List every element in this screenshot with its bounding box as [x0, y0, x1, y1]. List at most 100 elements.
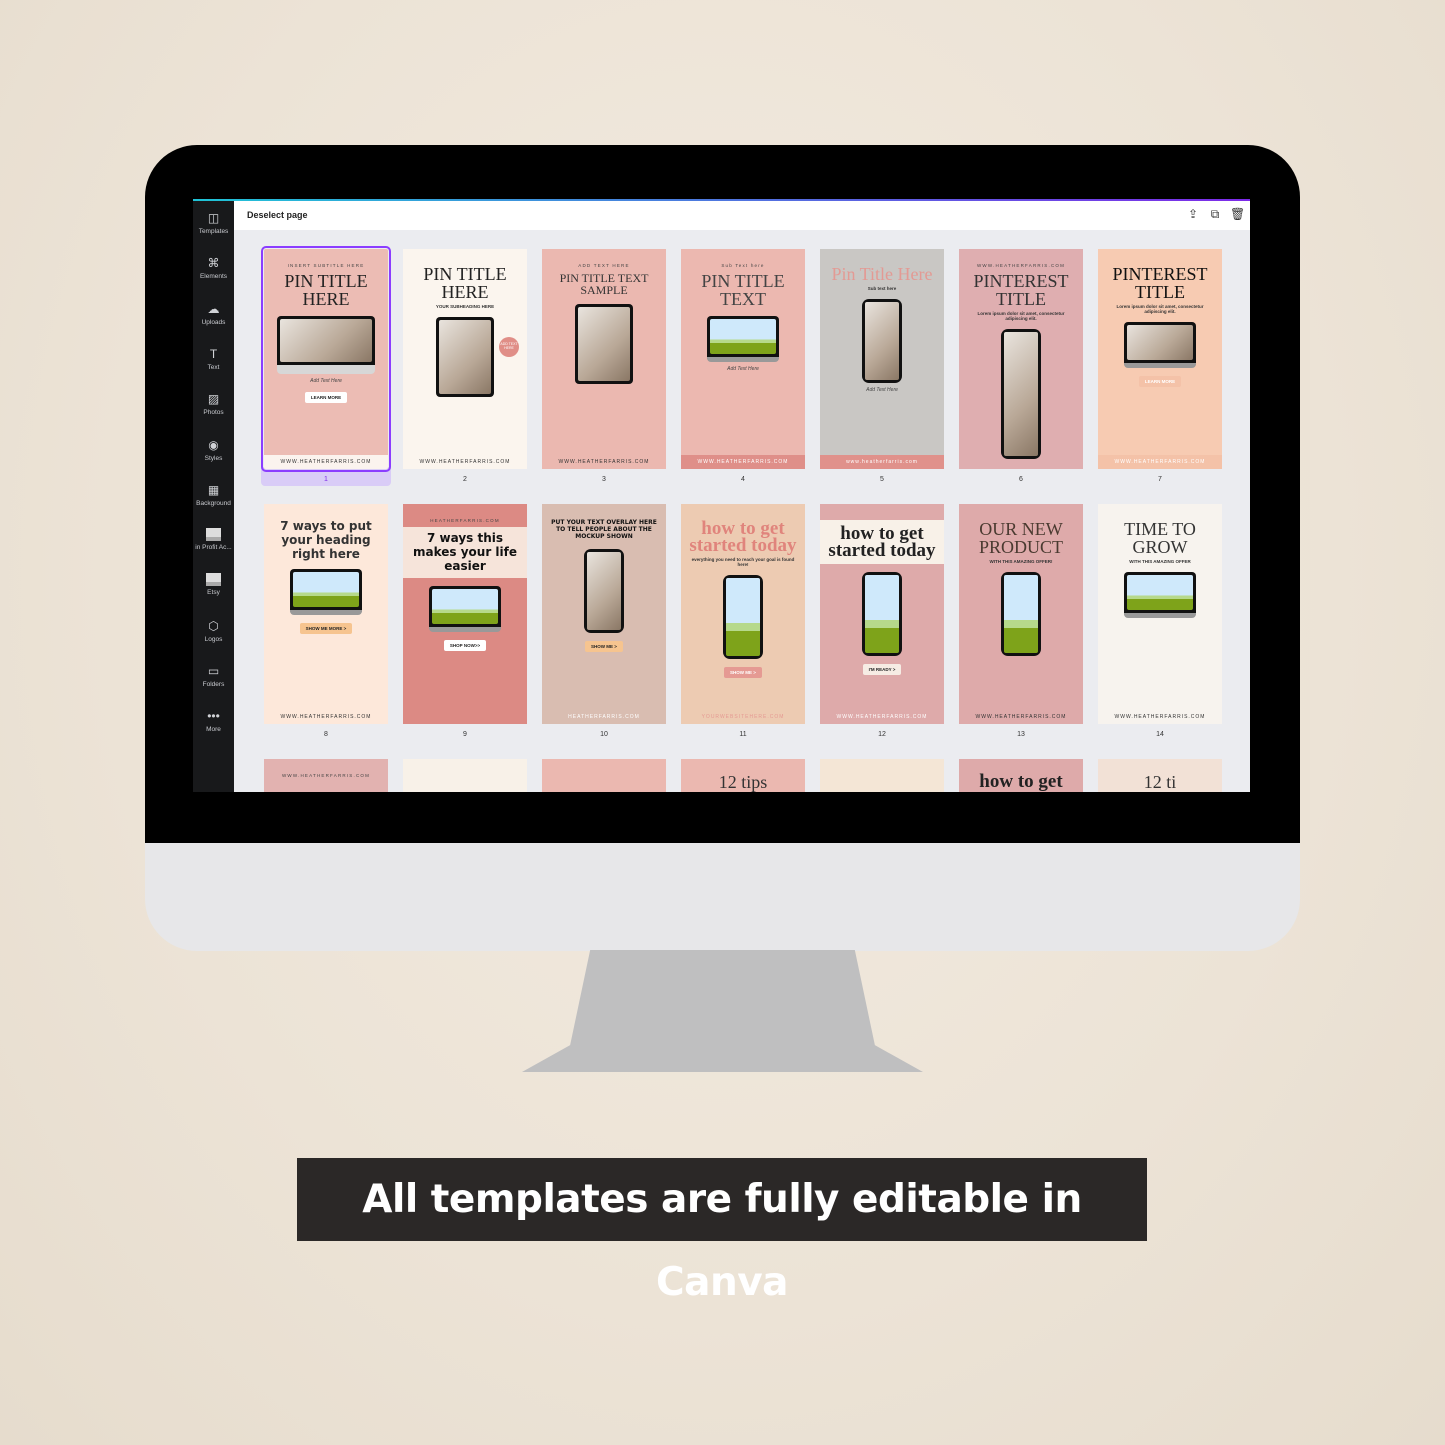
sidebar-item-label: Etsy [207, 589, 220, 597]
template-title: how to get started today [689, 518, 797, 557]
device-mockup-phone [584, 548, 624, 633]
template-page[interactable]: OUR NEW PRODUCT WITH THIS AMAZING OFFER! W… [959, 504, 1083, 724]
sidebar-item-label: Text [207, 363, 220, 371]
template-page[interactable]: 7 ways to put your heading right here SHO… [264, 504, 388, 724]
page-number: 1 [324, 476, 328, 483]
template-website-url: WWW.HEATHERFARRIS.COM [681, 455, 805, 469]
template-title: PIN TITLE HERE [423, 264, 507, 302]
sidebar-item-label: Background [196, 499, 231, 507]
mockup-screen [726, 578, 760, 657]
add-page-icon[interactable]: ⇪ [1186, 207, 1200, 221]
sidebar: ◫ Templates ⌘ Elements ☁ Uploads T Text ▨ Photos ◉… [193, 201, 234, 792]
template-website-url: WWW.HEATHERFARRIS.COM [1114, 714, 1206, 720]
sidebar-item-styles[interactable]: ◉ Styles [193, 438, 234, 462]
mockup-screen [1127, 575, 1193, 610]
template-page[interactable]: ADD TEXT HERE PIN TITLE TEXT SAMPLE WWW.HE… [542, 249, 666, 469]
canva-editor-screen: ◫ Templates ⌘ Elements ☁ Uploads T Text ▨ Photos ◉… [193, 199, 1250, 792]
template-page[interactable]: WWW.HEATHERFARRIS.COM PINTEREST TITLE Lore… [959, 249, 1083, 469]
template-title: how to get started today [820, 520, 944, 565]
mockup-screen [1127, 325, 1193, 360]
sidebar-item-label: Uploads [201, 318, 226, 326]
template-page[interactable]: TIME TO GROW WITH THIS AMAZING OFFER WWW.H… [1098, 504, 1222, 724]
sidebar-item-in-profit-ac[interactable]: in Profit Ac... [193, 528, 234, 551]
template-subheading: WITH THIS AMAZING OFFER! [989, 559, 1053, 564]
deselect-page-button[interactable]: Deselect page [247, 210, 308, 220]
template-cta-button: LEARN MORE [1138, 376, 1182, 387]
sidebar-item-label: Logos [204, 635, 223, 643]
sidebar-item-label: in Profit Ac... [195, 544, 232, 552]
sidebar-item-elements[interactable]: ⌘ Elements [193, 256, 234, 280]
template-cta-button: SHOW ME > [585, 640, 623, 652]
sidebar-item-label: Elements [199, 273, 228, 281]
template-page[interactable] [403, 759, 527, 792]
folder-thumbnail-icon [206, 528, 221, 542]
page-number: 13 [1017, 731, 1025, 738]
sidebar-item-text[interactable]: T Text [193, 347, 234, 371]
styles-icon: ◉ [208, 437, 219, 452]
sidebar-item-etsy[interactable]: Etsy [193, 573, 234, 596]
template-page[interactable]: HEATHERFARRIS.COM 7 ways this makes your … [403, 504, 527, 724]
template-subheading: Lorem ipsum dolor sit amet, consectetur … [977, 311, 1065, 321]
template-subtitle: INSERT SUBTITLE HERE [287, 263, 365, 268]
sidebar-item-more[interactable]: ••• More [193, 709, 234, 733]
template-subheading: WITH THIS AMAZING OFFER [1129, 559, 1191, 564]
page-number: 2 [463, 476, 467, 483]
more-icon: ••• [207, 709, 220, 724]
template-page[interactable] [820, 759, 944, 792]
sidebar-item-folders[interactable]: ▭ Folders [193, 664, 234, 688]
sidebar-item-label: Photos [203, 409, 224, 417]
sidebar-item-background[interactable]: ▦ Background [193, 483, 234, 507]
sidebar-item-logos[interactable]: ⬡ Logos [193, 619, 234, 643]
add-text-badge: ADD TEXT HERE [499, 337, 519, 357]
template-page[interactable]: how to get started today everything you n… [681, 504, 805, 724]
template-page[interactable] [542, 759, 666, 792]
page-number: 8 [324, 731, 328, 738]
template-page[interactable]: INSERT SUBTITLE HERE PIN TITLE HERE Add Te… [261, 246, 391, 472]
page-number: 11 [739, 731, 747, 738]
device-mockup-laptop [1124, 322, 1196, 368]
handwritten-note: Add Text Here [866, 387, 898, 393]
photos-icon: ▨ [207, 392, 220, 407]
template-page[interactable]: how to get started today I'M READY > WWW.H… [820, 504, 944, 724]
sidebar-item-photos[interactable]: ▨ Photos [193, 392, 234, 416]
duplicate-page-icon[interactable]: ⧉ [1208, 207, 1222, 221]
device-mockup-laptop [429, 586, 501, 633]
template-subtitle: HEATHERFARRIS.COM [430, 518, 500, 523]
template-page[interactable]: PUT YOUR TEXT OVERLAY HERE TO TELL PEOPL… [542, 504, 666, 724]
device-mockup-laptop [290, 569, 362, 616]
template-page[interactable]: how to get [959, 759, 1083, 792]
template-website-url: WWW.HEATHERFARRIS.COM [419, 459, 511, 465]
sidebar-item-uploads[interactable]: ☁ Uploads [193, 302, 234, 326]
template-cta-button: LEARN MORE [304, 392, 348, 403]
template-page[interactable]: PINTEREST TITLE Lorem ipsum dolor sit ame… [1098, 249, 1222, 469]
template-subheading: everything you need to reach your goal i… [691, 557, 795, 568]
template-page[interactable]: WWW.HEATHERFARRIS.COM [264, 759, 388, 792]
template-page[interactable]: Pin Title Here Sub text here Add Text Here… [820, 249, 944, 469]
handwritten-note: Add Text Here [727, 366, 759, 372]
page-number: 7 [1158, 476, 1162, 483]
logos-icon: ⬡ [208, 618, 219, 633]
template-website-url: HEATHERFARRIS.COM [568, 714, 640, 720]
template-title: PUT YOUR TEXT OVERLAY HERE TO TELL PEOPL… [551, 519, 657, 540]
mockup-screen [865, 575, 899, 654]
template-title: TIME TO GROW [1124, 519, 1196, 557]
mockup-screen [293, 572, 359, 608]
folders-icon: ▭ [207, 664, 220, 678]
template-page[interactable]: Sub Text here PIN TITLE TEXT Add Text Here… [681, 249, 805, 469]
elements-icon: ⌘ [207, 256, 220, 271]
template-subheading: Lorem ipsum dolor sit amet, consectetur … [1116, 304, 1204, 314]
device-mockup-phone [862, 299, 902, 383]
template-cta-button: I'M READY > [862, 664, 902, 676]
mockup-screen [578, 307, 630, 381]
sidebar-item-templates[interactable]: ◫ Templates [193, 211, 234, 235]
template-title: 7 ways to put your heading right here [280, 519, 372, 561]
template-subtitle: Sub Text here [721, 263, 765, 268]
template-title: PIN TITLE TEXT [701, 271, 785, 309]
template-page[interactable]: 12 ti [1098, 759, 1222, 792]
template-page[interactable]: 12 tips [681, 759, 805, 792]
delete-page-icon[interactable]: 🗑 [1230, 207, 1245, 221]
text-icon: T [209, 346, 218, 361]
template-page[interactable]: PIN TITLE HERE YOUR SUBHEADING HERE ADD TE… [403, 249, 527, 469]
page-number: 9 [463, 731, 467, 738]
template-title: PINTEREST TITLE [1112, 264, 1208, 302]
